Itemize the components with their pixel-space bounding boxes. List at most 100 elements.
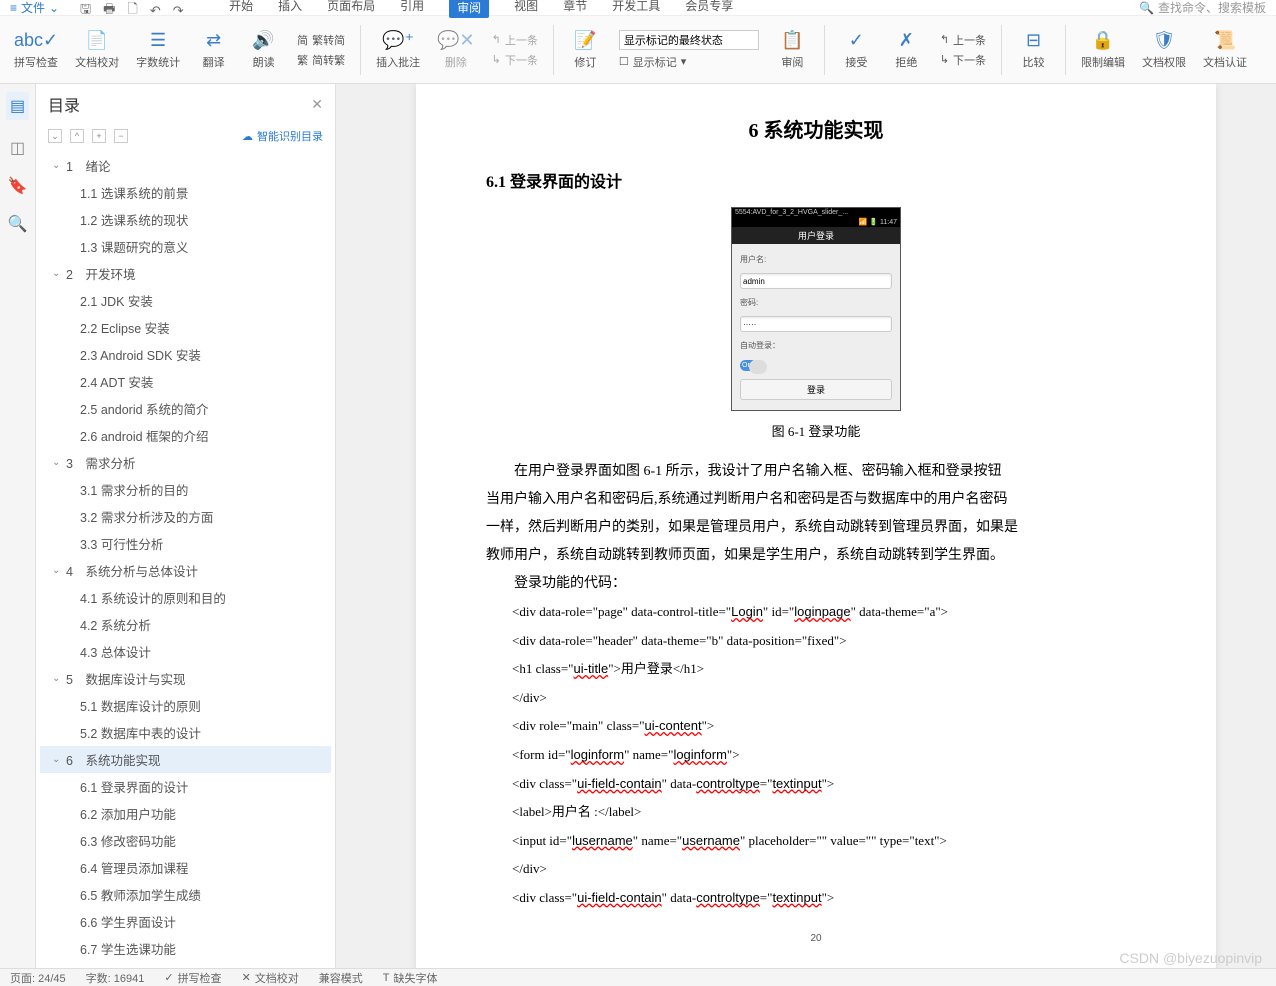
toc-item[interactable]: ⌄6 系统功能实现 — [40, 746, 331, 773]
tab-references[interactable]: 引用 — [400, 0, 424, 18]
toc-item[interactable]: 4.2 系统分析 — [40, 611, 331, 638]
chevron-down-icon[interactable]: ⌄ — [52, 160, 62, 171]
cert-label: 文档认证 — [1203, 54, 1247, 70]
reject-button[interactable]: ✗ 拒绝 — [884, 20, 929, 80]
toc-item[interactable]: ⌄4 系统分析与总体设计 — [40, 557, 331, 584]
permissions-button[interactable]: 🛡 文档权限 — [1136, 20, 1192, 80]
toc-item[interactable]: ⌄3 需求分析 — [40, 449, 331, 476]
next-change-button[interactable]: ↳下一条 — [940, 52, 986, 68]
find-tab[interactable]: 🔍 — [8, 214, 28, 234]
toc-item[interactable]: 1.2 选课系统的现状 — [40, 206, 331, 233]
next-comment-button[interactable]: ↳下一条 — [492, 52, 538, 68]
proofread-button[interactable]: 📄 文档校对 — [69, 20, 125, 80]
status-wordcount[interactable]: 字数: 16941 — [86, 970, 145, 986]
toc-item[interactable]: 1.1 选课系统的前景 — [40, 179, 331, 206]
smart-toc-button[interactable]: ☁ 智能识别目录 — [242, 128, 323, 144]
prev-comment-button[interactable]: ↰上一条 — [492, 32, 538, 48]
tab-start[interactable]: 开始 — [229, 0, 253, 18]
toc-item[interactable]: 2.6 android 框架的介绍 — [40, 422, 331, 449]
tab-layout[interactable]: 页面布局 — [327, 0, 375, 18]
tab-member[interactable]: 会员专享 — [685, 0, 733, 18]
toc-item[interactable]: 2.2 Eclipse 安装 — [40, 314, 331, 341]
convert-trad-button[interactable]: 简繁转简 — [297, 32, 345, 48]
review-pane-button[interactable]: 📋 审阅 — [770, 20, 815, 80]
prev-change-button[interactable]: ↰上一条 — [940, 32, 986, 48]
toc-list[interactable]: ⌄1 绪论1.1 选课系统的前景1.2 选课系统的现状1.3 课题研究的意义⌄2… — [36, 152, 335, 970]
translate-button[interactable]: ⇄ 翻译 — [191, 20, 236, 80]
toc-item[interactable]: 6.2 添加用户功能 — [40, 800, 331, 827]
bookmarks-tab[interactable]: 🔖 — [8, 176, 28, 196]
status-compat[interactable]: 兼容模式 — [319, 970, 363, 986]
toc-item[interactable]: ⌄2 开发环境 — [40, 260, 331, 287]
track-changes-button[interactable]: 📝 修订 — [563, 20, 608, 80]
display-mode-dropdown[interactable] — [619, 30, 759, 50]
toc-item[interactable]: 6.1 登录界面的设计 — [40, 773, 331, 800]
tab-view[interactable]: 视图 — [514, 0, 538, 18]
toc-item[interactable]: 5.1 数据库设计的原则 — [40, 692, 331, 719]
redo-icon[interactable]: ↷ — [173, 3, 184, 19]
toc-item[interactable]: 6.5 教师添加学生成绩 — [40, 881, 331, 908]
compare-button[interactable]: ⊟ 比较 — [1011, 20, 1056, 80]
cross-icon: ✕ — [242, 971, 251, 984]
accept-button[interactable]: ✓ 接受 — [834, 20, 879, 80]
toc-item[interactable]: 6.7 学生选课功能 — [40, 935, 331, 962]
code-line: <div data-role="page" data-control-title… — [512, 598, 1146, 627]
delete-comment-button[interactable]: 💬✕ 删除 — [431, 20, 481, 80]
convert-simp-button[interactable]: 繁简转繁 — [297, 52, 345, 68]
save-icon[interactable]: 🖫 — [80, 0, 91, 22]
perms-icon: 🛡 — [1153, 30, 1176, 51]
toc-item[interactable]: ⌄5 数据库设计与实现 — [40, 665, 331, 692]
toc-item[interactable]: 3.1 需求分析的目的 — [40, 476, 331, 503]
new-comment-button[interactable]: 💬⁺ 插入批注 — [370, 20, 426, 80]
toc-item[interactable]: 1.3 课题研究的意义 — [40, 233, 331, 260]
chevron-down-icon[interactable]: ⌄ — [52, 268, 62, 279]
page-number: 20 — [486, 933, 1146, 944]
toc-item[interactable]: 6.3 修改密码功能 — [40, 827, 331, 854]
toc-item[interactable]: 2.5 andorid 系统的简介 — [40, 395, 331, 422]
show-markup-button[interactable]: ☐显示标记 ▾ — [619, 54, 759, 70]
toc-item[interactable]: 2.4 ADT 安装 — [40, 368, 331, 395]
tab-chapter[interactable]: 章节 — [563, 0, 587, 18]
chevron-down-icon[interactable]: ⌄ — [52, 673, 62, 684]
add-button[interactable]: + — [92, 129, 106, 143]
remove-button[interactable]: − — [114, 129, 128, 143]
chevron-down-icon[interactable]: ⌄ — [52, 754, 62, 765]
toc-item[interactable]: 4.1 系统设计的原则和目的 — [40, 584, 331, 611]
read-aloud-button[interactable]: 🔊 朗读 — [241, 20, 286, 80]
undo-icon[interactable]: ↶ — [150, 3, 161, 19]
wordcount-button[interactable]: ☰ 字数统计 — [130, 20, 186, 80]
toc-item[interactable]: 6.4 管理员添加课程 — [40, 854, 331, 881]
toc-item[interactable]: 6.6 学生界面设计 — [40, 908, 331, 935]
document-area[interactable]: 6 系统功能实现 6.1 登录界面的设计 5554:AVD_for_3_2_HV… — [336, 84, 1276, 970]
outline-tab[interactable]: ▤ — [6, 92, 29, 120]
toc-item[interactable]: 4.3 总体设计 — [40, 638, 331, 665]
close-icon[interactable]: ✕ — [311, 96, 323, 113]
command-search[interactable]: 🔍 查找命令、搜索模板 — [1139, 0, 1266, 16]
collapse-button[interactable]: ⌄ — [48, 129, 62, 143]
preview-icon[interactable]: 🗋 — [127, 0, 137, 22]
tab-insert[interactable]: 插入 — [278, 0, 302, 18]
search-placeholder: 查找命令、搜索模板 — [1158, 0, 1266, 16]
toc-item[interactable]: 3.2 需求分析涉及的方面 — [40, 503, 331, 530]
status-page[interactable]: 页面: 24/45 — [10, 970, 66, 986]
tab-review[interactable]: 审阅 — [449, 0, 489, 18]
chevron-down-icon[interactable]: ⌄ — [52, 565, 62, 576]
thumbnails-tab[interactable]: ◫ — [10, 138, 25, 158]
toc-item[interactable]: ⌄1 绪论 — [40, 152, 331, 179]
cert-button[interactable]: 📜 文档认证 — [1197, 20, 1253, 80]
status-spell[interactable]: ✓拼写检查 — [164, 970, 221, 986]
print-icon[interactable]: 🖶 — [103, 0, 115, 22]
status-proof[interactable]: ✕文档校对 — [242, 970, 299, 986]
file-menu[interactable]: ≡ 文件 ⌄ — [10, 0, 59, 16]
expand-button[interactable]: ^ — [70, 129, 84, 143]
chevron-down-icon[interactable]: ⌄ — [52, 457, 62, 468]
toc-item[interactable]: 3.3 可行性分析 — [40, 530, 331, 557]
toc-item[interactable]: 2.3 Android SDK 安装 — [40, 341, 331, 368]
code-line: <div role="main" class="ui-content"> — [512, 712, 1146, 741]
status-missing-font[interactable]: T缺失字体 — [383, 970, 438, 986]
toc-item[interactable]: 2.1 JDK 安装 — [40, 287, 331, 314]
tab-devtools[interactable]: 开发工具 — [612, 0, 660, 18]
spell-check-button[interactable]: abc✓ 拼写检查 — [8, 20, 64, 80]
toc-item[interactable]: 5.2 数据库中表的设计 — [40, 719, 331, 746]
restrict-editing-button[interactable]: 🔒 限制编辑 — [1075, 20, 1131, 80]
